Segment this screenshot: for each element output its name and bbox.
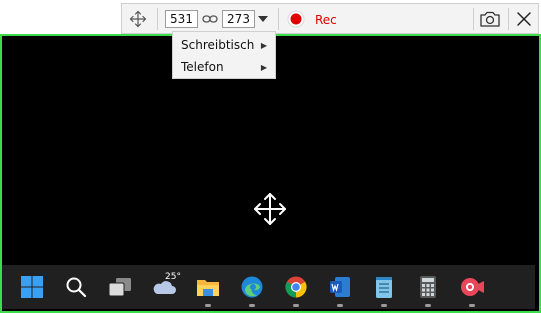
move-handle-icon[interactable] xyxy=(128,9,148,29)
rec-button-label[interactable]: Rec xyxy=(315,11,337,28)
menu-item-telefon[interactable]: Telefon ▶ xyxy=(173,56,275,78)
height-input[interactable]: 273 xyxy=(222,10,255,28)
notepad-icon[interactable] xyxy=(370,273,398,301)
submenu-arrow-icon: ▶ xyxy=(260,41,267,50)
windows-taskbar: 25° xyxy=(2,265,535,309)
toolbar-divider xyxy=(508,8,509,30)
size-preset-menu: Schreibtisch ▶ Telefon ▶ xyxy=(172,31,276,79)
chrome-icon[interactable] xyxy=(282,273,310,301)
link-aspect-icon[interactable] xyxy=(201,11,219,27)
search-icon[interactable] xyxy=(62,273,90,301)
running-indicator xyxy=(293,304,299,307)
width-input[interactable]: 531 xyxy=(165,10,198,28)
toolbar-divider xyxy=(473,8,474,30)
submenu-arrow-icon: ▶ xyxy=(260,63,267,72)
record-button-icon[interactable] xyxy=(286,9,306,29)
windows-start-icon[interactable] xyxy=(18,273,46,301)
menu-item-label: Telefon xyxy=(181,60,224,74)
toolbar-divider xyxy=(157,8,158,30)
screen-recorder-icon[interactable] xyxy=(458,273,486,301)
menu-item-schreibtisch[interactable]: Schreibtisch ▶ xyxy=(173,34,275,56)
task-view-icon[interactable] xyxy=(106,273,134,301)
running-indicator xyxy=(337,304,343,307)
size-preset-dropdown-icon[interactable] xyxy=(256,12,270,26)
edge-icon[interactable] xyxy=(238,273,266,301)
weather-temperature: 25° xyxy=(165,272,181,282)
close-icon[interactable] xyxy=(514,9,534,29)
running-indicator xyxy=(205,304,211,307)
calculator-icon[interactable] xyxy=(414,273,442,301)
running-indicator xyxy=(381,304,387,307)
running-indicator xyxy=(425,304,431,307)
word-icon[interactable] xyxy=(326,273,354,301)
running-indicator xyxy=(249,304,255,307)
menu-item-label: Schreibtisch xyxy=(181,38,255,52)
camera-screenshot-icon[interactable] xyxy=(478,8,502,30)
recorder-toolbar: 531 273 Rec xyxy=(121,3,539,34)
file-explorer-icon[interactable] xyxy=(194,273,222,301)
toolbar-divider xyxy=(278,8,279,30)
move-crosshair-icon[interactable] xyxy=(252,191,288,227)
running-indicator xyxy=(469,304,475,307)
